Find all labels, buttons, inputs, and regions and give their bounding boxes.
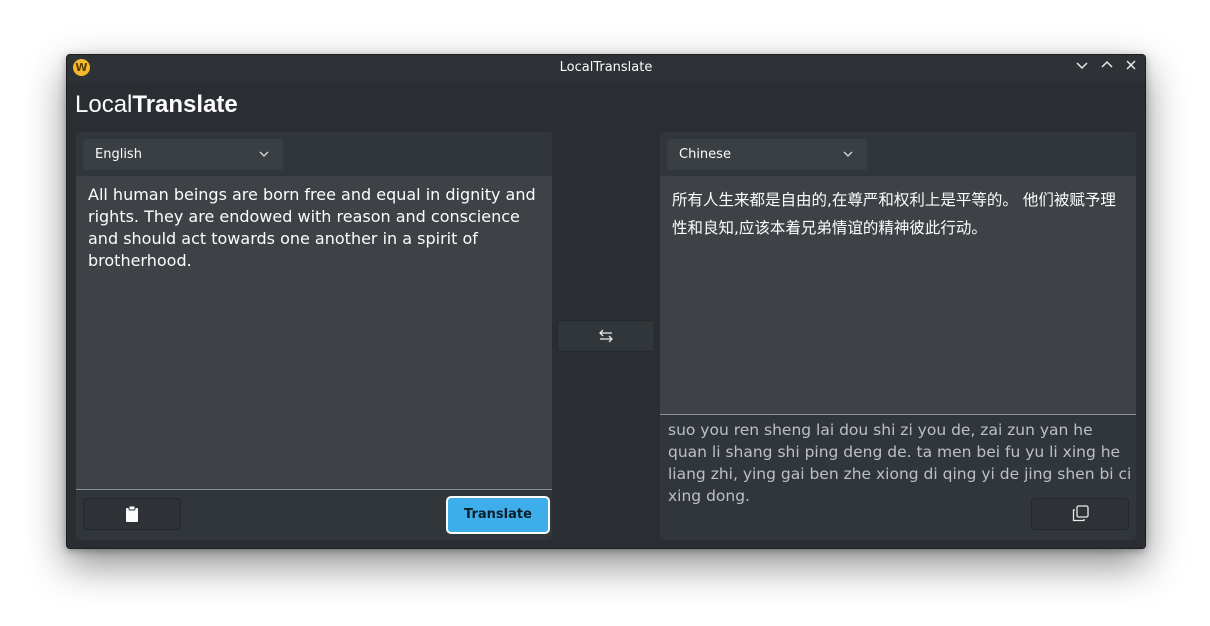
title-bar[interactable]: W LocalTranslate [67, 55, 1145, 81]
heading-light: Local [75, 91, 133, 118]
heading-bold: Translate [132, 91, 238, 118]
target-panel: Chinese 所有人生来都是自由的,在尊严和权利上是平等的。 他们被赋予理性和… [660, 132, 1136, 540]
target-language-select[interactable]: Chinese [667, 139, 867, 170]
app-heading: LocalTranslate [75, 91, 238, 119]
pinyin-text: suo you ren sheng lai dou shi zi you de,… [668, 421, 1132, 505]
paste-button[interactable] [83, 498, 181, 530]
translated-text-output[interactable]: 所有人生来都是自由的,在尊严和权利上是平等的。 他们被赋予理性和良知,应该本着兄… [660, 176, 1136, 415]
close-icon [1126, 60, 1136, 70]
app-window: W LocalTranslate LocalTranslate English … [66, 54, 1146, 549]
translate-button[interactable]: Translate [446, 496, 550, 534]
source-text-input[interactable]: All human beings are born free and equal… [76, 176, 552, 490]
clipboard-icon [126, 505, 138, 522]
copy-icon [1072, 505, 1089, 522]
chevron-up-icon [1101, 60, 1113, 68]
copy-button[interactable] [1031, 498, 1129, 530]
minimize-button[interactable] [1073, 59, 1091, 77]
source-language-select[interactable]: English [83, 139, 283, 170]
target-language-label: Chinese [679, 147, 731, 162]
chevron-down-icon [1076, 62, 1088, 70]
source-language-label: English [95, 147, 142, 162]
swap-languages-button[interactable] [557, 320, 655, 352]
close-button[interactable] [1122, 59, 1140, 77]
maximize-button[interactable] [1098, 59, 1116, 77]
window-title: LocalTranslate [559, 60, 653, 75]
source-panel: English All human beings are born free a… [76, 132, 552, 540]
swap-icon [599, 329, 613, 343]
